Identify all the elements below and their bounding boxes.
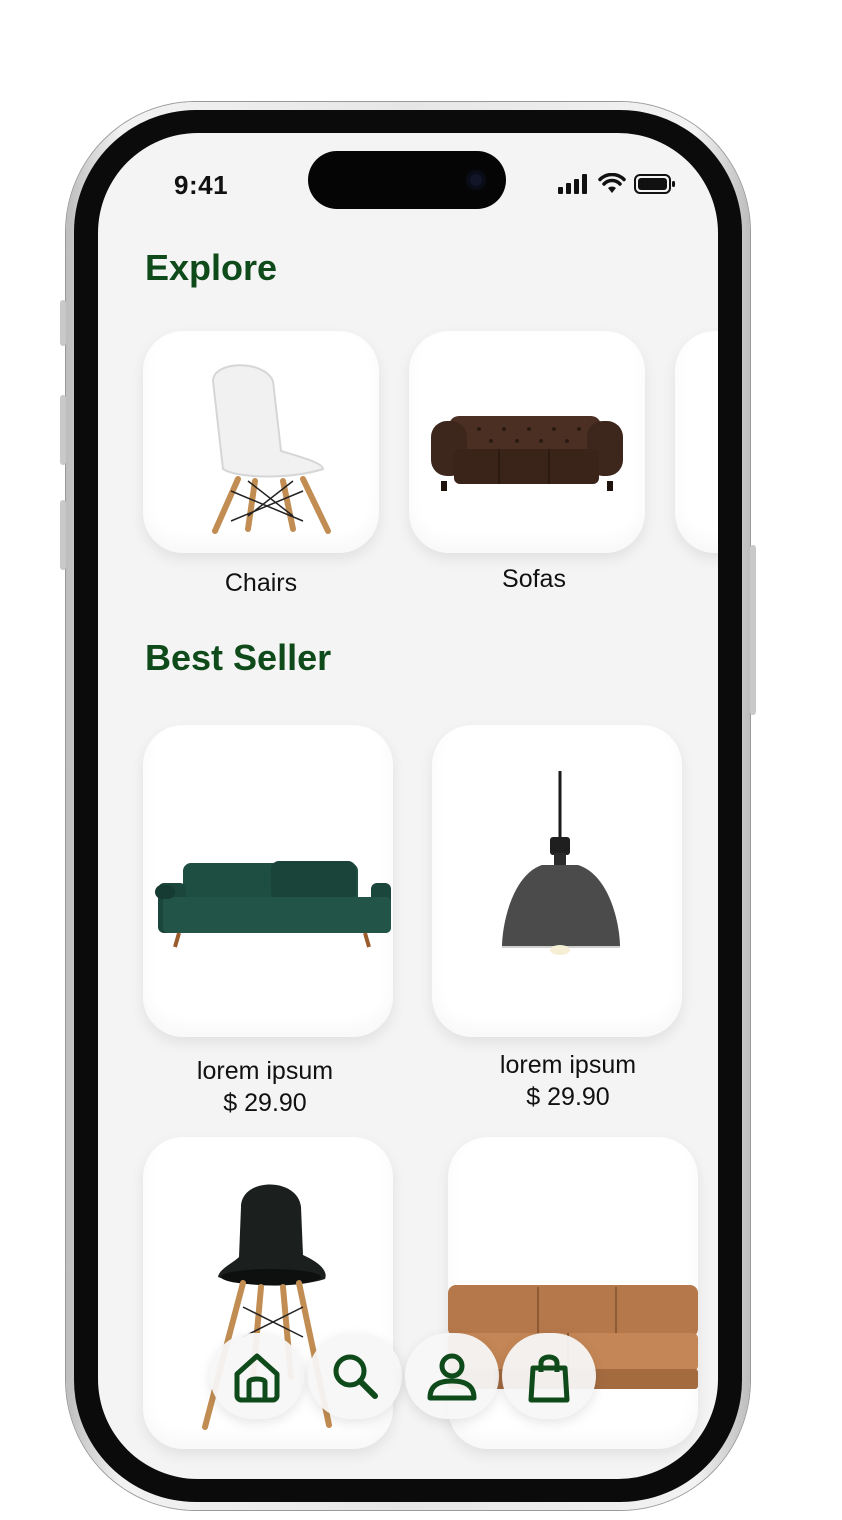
pendant-lamp-image — [502, 771, 620, 955]
category-label-chairs: Chairs — [224, 569, 298, 597]
app-screen: 9:41 Explore Chairs Sofas Best Seller lo… — [98, 133, 718, 1479]
category-card-sofas[interactable] — [409, 331, 645, 553]
cellular-signal-icon — [558, 174, 587, 194]
shopping-bag-icon — [528, 1354, 570, 1403]
dynamic-island — [308, 151, 506, 209]
battery-icon — [634, 174, 675, 194]
category-card-chairs[interactable] — [143, 331, 379, 553]
status-time: 9:41 — [174, 170, 229, 200]
nav-search-button[interactable] — [308, 1333, 402, 1419]
product-card-2[interactable] — [432, 725, 682, 1037]
power-button — [750, 545, 756, 715]
leather-sofa-image — [431, 416, 623, 491]
green-sofa-image — [155, 861, 391, 948]
volume-up-button — [60, 395, 66, 465]
nav-bag-button[interactable] — [502, 1333, 596, 1419]
category-label-sofas: Sofas — [502, 565, 566, 593]
nav-profile-button[interactable] — [405, 1333, 499, 1419]
white-chair-image — [211, 364, 331, 534]
product-card-1[interactable] — [143, 725, 393, 1037]
category-card-partial[interactable] — [675, 331, 718, 553]
product-1-price: $ 29.90 — [223, 1089, 307, 1117]
volume-down-button — [60, 500, 66, 570]
action-button — [60, 300, 66, 346]
explore-title: Explore — [145, 247, 278, 288]
wifi-icon — [598, 173, 626, 193]
nav-home-button[interactable] — [210, 1333, 304, 1419]
best-seller-title: Best Seller — [145, 637, 332, 678]
home-icon — [234, 1353, 280, 1403]
search-icon — [333, 1354, 378, 1399]
product-1-name: lorem ipsum — [196, 1057, 334, 1085]
front-camera — [466, 170, 486, 190]
product-2-price: $ 29.90 — [526, 1083, 610, 1111]
status-icons — [558, 173, 676, 195]
profile-icon — [427, 1353, 477, 1401]
product-2-name: lorem ipsum — [499, 1051, 637, 1079]
